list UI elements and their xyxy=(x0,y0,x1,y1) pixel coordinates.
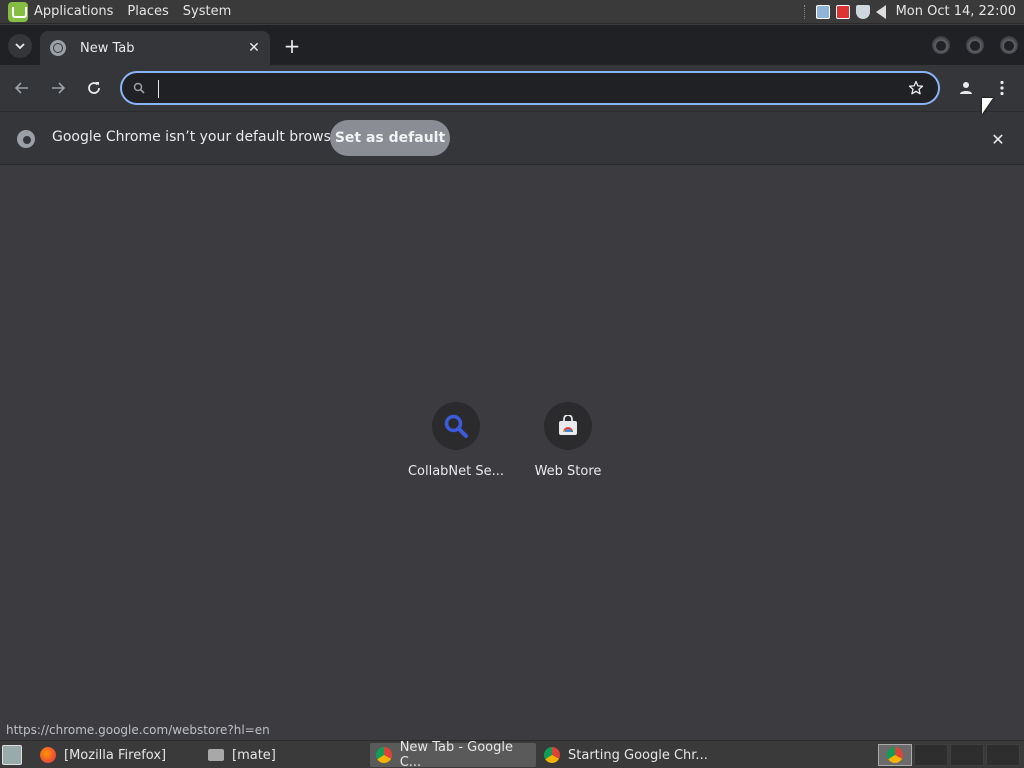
chrome-icon xyxy=(376,747,392,763)
update-manager-icon[interactable] xyxy=(835,4,850,19)
arrow-left-icon xyxy=(14,82,28,94)
search-icon xyxy=(132,81,146,95)
close-window-button[interactable] xyxy=(1000,36,1018,54)
arrow-right-icon xyxy=(52,82,66,94)
maximize-button[interactable] xyxy=(966,36,984,54)
globe-icon xyxy=(50,40,66,56)
mint-menu-icon[interactable] xyxy=(8,1,28,22)
shortcut-collabnet[interactable]: CollabNet Se... xyxy=(400,402,512,479)
search-icon xyxy=(432,402,480,450)
system-menu[interactable]: System xyxy=(183,4,231,19)
firefox-icon xyxy=(40,747,56,763)
tab-strip: New Tab ✕ + xyxy=(0,25,1024,65)
text-cursor xyxy=(158,80,159,98)
tab-search-button[interactable] xyxy=(8,34,32,58)
taskbar-item-label: Starting Google Chr... xyxy=(568,747,708,763)
taskbar-item-firefox[interactable]: [Mozilla Firefox] xyxy=(34,743,199,767)
back-button[interactable] xyxy=(8,74,36,102)
folder-icon xyxy=(208,749,224,761)
workspace-2[interactable] xyxy=(914,744,948,766)
address-input[interactable] xyxy=(156,77,906,99)
chrome-icon xyxy=(544,747,560,763)
workspace-1[interactable] xyxy=(878,744,912,766)
forward-button[interactable] xyxy=(44,74,72,102)
taskbar-item-starting-chrome[interactable]: Starting Google Chr... xyxy=(538,743,708,767)
taskbar-item-chrome-new-tab[interactable]: New Tab - Google C... xyxy=(370,740,536,768)
reload-icon xyxy=(88,82,100,94)
shortcut-label: Web Store xyxy=(534,464,602,479)
system-tray: Mon Oct 14, 22:00 xyxy=(803,4,1016,19)
shortcut-web-store[interactable]: Web Store xyxy=(512,402,624,479)
window-controls xyxy=(932,36,1018,54)
minimize-button[interactable] xyxy=(932,36,950,54)
toolbar xyxy=(0,65,1024,111)
places-menu[interactable]: Places xyxy=(127,4,168,19)
bottom-taskbar: [Mozilla Firefox] [mate] New Tab - Googl… xyxy=(0,740,1024,768)
reload-button[interactable] xyxy=(80,74,108,102)
network-icon[interactable] xyxy=(815,4,830,19)
new-tab-page: CollabNet Se... Web Store xyxy=(0,166,1024,740)
web-store-icon xyxy=(544,402,592,450)
chevron-down-icon xyxy=(15,43,25,50)
infobar-message: Google Chrome isn’t your default browser xyxy=(52,129,346,145)
mouse-pointer-icon xyxy=(982,98,993,114)
workspace-4[interactable] xyxy=(986,744,1020,766)
tab-new-tab[interactable]: New Tab ✕ xyxy=(40,31,270,65)
link-status-bubble: https://chrome.google.com/webstore?hl=en xyxy=(0,719,276,740)
tab-title: New Tab xyxy=(80,40,135,56)
address-bar[interactable] xyxy=(120,71,940,105)
more-vertical-icon xyxy=(1000,80,1004,96)
taskbar-item-label: New Tab - Google C... xyxy=(399,740,513,768)
star-icon xyxy=(908,80,924,95)
default-browser-infobar: Google Chrome isn’t your default browser… xyxy=(0,111,1024,165)
taskbar-item-label: [Mozilla Firefox] xyxy=(64,747,167,763)
workspace-3[interactable] xyxy=(950,744,984,766)
applications-menu[interactable]: Applications xyxy=(34,4,113,19)
person-icon xyxy=(960,82,972,94)
set-as-default-button[interactable]: Set as default xyxy=(330,120,450,156)
show-desktop-button[interactable] xyxy=(2,745,22,765)
bookmark-star-button[interactable] xyxy=(906,78,926,98)
clock[interactable]: Mon Oct 14, 22:00 xyxy=(896,4,1016,19)
taskbar-item-mate[interactable]: [mate] xyxy=(202,743,367,767)
taskbar-item-label: [mate] xyxy=(232,747,276,763)
tray-separator xyxy=(803,4,806,19)
chrome-icon xyxy=(887,747,903,763)
infobar-close-button[interactable]: ✕ xyxy=(988,129,1008,149)
new-tab-button[interactable]: + xyxy=(280,34,304,58)
shortcut-label: CollabNet Se... xyxy=(407,464,505,479)
tab-close-button[interactable]: ✕ xyxy=(246,40,262,56)
volume-icon[interactable] xyxy=(875,4,886,19)
top-panel: Applications Places System Mon Oct 14, 2… xyxy=(0,0,1024,24)
shield-icon[interactable] xyxy=(855,4,870,19)
profile-button[interactable] xyxy=(952,74,980,102)
chrome-logo-icon xyxy=(17,130,35,148)
